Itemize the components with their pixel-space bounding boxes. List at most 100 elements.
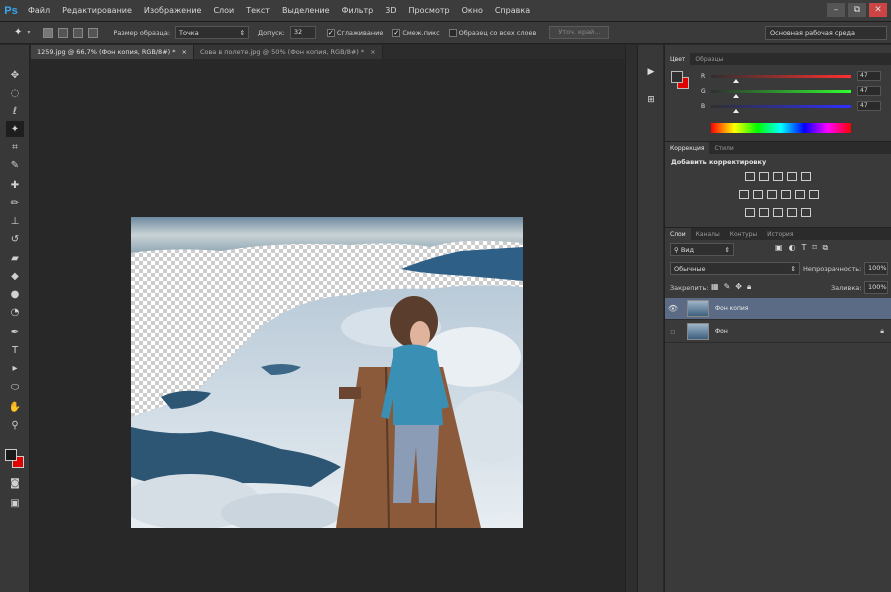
canvas-vertical-scrollbar[interactable] bbox=[625, 45, 637, 592]
hue-saturation-icon[interactable] bbox=[739, 190, 749, 199]
brightness-contrast-icon[interactable] bbox=[745, 172, 755, 181]
marquee-tool-icon[interactable]: ◌ bbox=[6, 85, 24, 101]
subtract-selection-icon[interactable] bbox=[73, 27, 84, 38]
crop-tool-icon[interactable]: ⌗ bbox=[6, 139, 24, 155]
menu-filter[interactable]: Фильтр bbox=[336, 6, 380, 15]
zoom-tool-icon[interactable]: ⚲ bbox=[6, 417, 24, 433]
close-icon[interactable]: × bbox=[370, 48, 375, 56]
blue-value-input[interactable]: 47 bbox=[857, 101, 881, 111]
dodge-tool-icon[interactable]: ◔ bbox=[6, 304, 24, 320]
color-lookup-icon[interactable] bbox=[809, 190, 819, 199]
maximize-button[interactable]: ⧉ bbox=[848, 3, 866, 17]
sample-all-layers-checkbox[interactable]: Образец со всех слоев bbox=[448, 28, 536, 37]
close-button[interactable]: ✕ bbox=[869, 3, 887, 17]
levels-icon[interactable] bbox=[759, 172, 769, 181]
tab-adjustments[interactable]: Коррекция bbox=[665, 142, 710, 154]
blend-mode-select[interactable]: Обычные ⇕ bbox=[670, 262, 800, 275]
green-slider[interactable]: G 47 bbox=[701, 86, 887, 98]
tab-styles[interactable]: Стили bbox=[709, 142, 738, 154]
tab-channels[interactable]: Каналы bbox=[691, 228, 725, 240]
history-brush-tool-icon[interactable]: ↺ bbox=[6, 231, 24, 247]
tab-layers[interactable]: Слои bbox=[665, 228, 691, 240]
threshold-icon[interactable] bbox=[773, 208, 783, 217]
menu-select[interactable]: Выделение bbox=[276, 6, 336, 15]
green-value-input[interactable]: 47 bbox=[857, 86, 881, 96]
slider-thumb[interactable] bbox=[733, 93, 739, 98]
tab-history[interactable]: История bbox=[762, 228, 798, 240]
paint-bucket-tool-icon[interactable]: ◆ bbox=[6, 268, 24, 284]
slider-thumb[interactable] bbox=[733, 108, 739, 113]
tool-preset-dropdown-icon[interactable]: ▾ bbox=[27, 29, 30, 36]
blue-slider-track[interactable] bbox=[711, 104, 851, 113]
add-selection-icon[interactable] bbox=[58, 27, 69, 38]
close-icon[interactable]: × bbox=[182, 48, 187, 56]
eyedropper-tool-icon[interactable]: ✎ bbox=[6, 157, 24, 173]
menu-view[interactable]: Просмотр bbox=[403, 6, 456, 15]
red-slider-track[interactable] bbox=[711, 74, 851, 83]
menu-window[interactable]: Окно bbox=[456, 6, 489, 15]
color-spectrum-ramp[interactable] bbox=[711, 123, 851, 133]
fill-input[interactable]: 100% bbox=[864, 281, 888, 294]
canvas-area[interactable] bbox=[31, 59, 625, 592]
tab-swatches[interactable]: Образцы bbox=[690, 53, 728, 65]
screen-mode-icon[interactable]: ▣ bbox=[6, 495, 24, 511]
blue-slider[interactable]: B 47 bbox=[701, 101, 887, 113]
slider-thumb[interactable] bbox=[733, 78, 739, 83]
foreground-color-swatch[interactable] bbox=[5, 449, 17, 461]
layer-filter-select[interactable]: ⚲ Вид ⇕ bbox=[670, 243, 734, 256]
tab-color[interactable]: Цвет bbox=[665, 53, 691, 65]
blur-tool-icon[interactable]: ● bbox=[6, 286, 24, 302]
layer-name[interactable]: Фон копия bbox=[715, 305, 748, 312]
gradient-map-icon[interactable] bbox=[787, 208, 797, 217]
pen-tool-icon[interactable]: ✒ bbox=[6, 324, 24, 340]
type-tool-icon[interactable]: T bbox=[6, 342, 24, 358]
sample-size-select[interactable]: Точка ⇕ bbox=[175, 26, 250, 39]
workspace-select[interactable]: Основная рабочая среда bbox=[765, 26, 887, 40]
red-value-input[interactable]: 47 bbox=[857, 71, 881, 81]
photo-filter-icon[interactable] bbox=[781, 190, 791, 199]
menu-edit[interactable]: Редактирование bbox=[56, 6, 138, 15]
layer-name[interactable]: Фон bbox=[715, 328, 728, 335]
clone-stamp-tool-icon[interactable]: ⊥ bbox=[6, 213, 24, 229]
antialias-checkbox[interactable]: ✓ Сглаживание bbox=[326, 28, 383, 37]
lock-transparent-icon[interactable]: ▦ bbox=[711, 282, 724, 291]
document-tab[interactable]: Сова в полете.jpg @ 50% (Фон копия, RGB/… bbox=[193, 45, 383, 59]
color-balance-icon[interactable] bbox=[753, 190, 763, 199]
quick-mask-icon[interactable]: ◙ bbox=[6, 475, 24, 491]
color-swatches[interactable] bbox=[4, 445, 26, 469]
menu-image[interactable]: Изображение bbox=[138, 6, 208, 15]
color-swatches-fg-bg[interactable] bbox=[671, 71, 691, 91]
menu-3d[interactable]: 3D bbox=[379, 6, 402, 15]
lock-position-icon[interactable]: ✥ bbox=[735, 282, 747, 291]
shape-tool-icon[interactable]: ⬭ bbox=[6, 379, 24, 395]
shape-filter-icon[interactable]: ⌑ bbox=[812, 243, 822, 252]
foreground-color-swatch[interactable] bbox=[671, 71, 683, 83]
play-actions-icon[interactable]: ▶ bbox=[643, 65, 659, 79]
hand-tool-icon[interactable]: ✋ bbox=[6, 399, 24, 415]
menu-type[interactable]: Текст bbox=[240, 6, 276, 15]
menu-layers[interactable]: Слои bbox=[207, 6, 240, 15]
green-slider-track[interactable] bbox=[711, 89, 851, 98]
curves-icon[interactable] bbox=[773, 172, 783, 181]
tab-paths[interactable]: Контуры bbox=[725, 228, 762, 240]
lasso-tool-icon[interactable]: ℓ bbox=[6, 103, 24, 119]
channel-mixer-icon[interactable] bbox=[795, 190, 805, 199]
invert-icon[interactable] bbox=[745, 208, 755, 217]
contiguous-checkbox[interactable]: ✓ Смеж.пикс bbox=[392, 28, 440, 37]
menu-help[interactable]: Справка bbox=[489, 6, 536, 15]
magic-wand-icon[interactable]: ✦ bbox=[14, 27, 22, 38]
refine-edge-button[interactable]: Уточ. край... bbox=[549, 26, 610, 39]
red-slider[interactable]: R 47 bbox=[701, 71, 887, 83]
move-tool-icon[interactable]: ✥ bbox=[6, 67, 24, 83]
opacity-input[interactable]: 100% bbox=[864, 262, 888, 275]
layer-row[interactable]: 👁︎ Фон копия bbox=[665, 298, 891, 320]
intersect-selection-icon[interactable] bbox=[88, 27, 99, 38]
magic-wand-tool-icon[interactable]: ✦ bbox=[6, 121, 24, 137]
type-filter-icon[interactable]: T bbox=[802, 243, 813, 252]
lock-all-icon[interactable]: 🔒︎ bbox=[747, 282, 756, 291]
adjustment-filter-icon[interactable]: ◐ bbox=[789, 243, 802, 252]
path-selection-tool-icon[interactable]: ▸ bbox=[6, 360, 24, 376]
minimize-button[interactable]: – bbox=[827, 3, 845, 17]
new-selection-icon[interactable] bbox=[43, 27, 54, 38]
eye-icon[interactable]: 👁︎ bbox=[665, 304, 681, 313]
